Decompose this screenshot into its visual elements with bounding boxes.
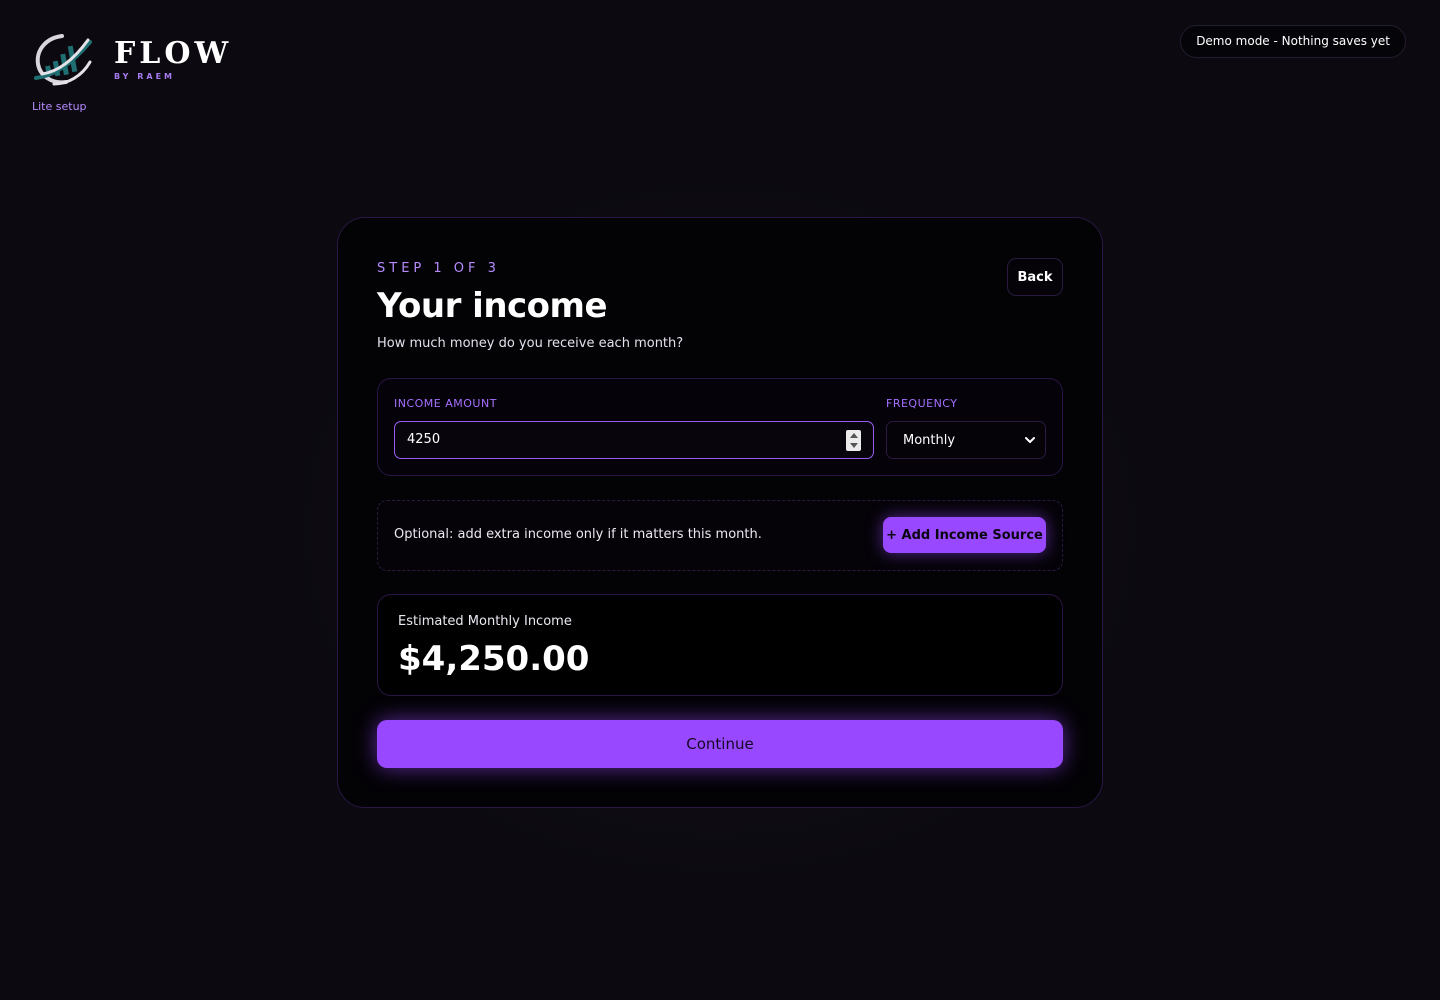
frequency-label: FREQUENCY (886, 397, 958, 410)
page-title: Your income (377, 286, 608, 326)
setup-page: FLOW BY RAEM Lite setup Demo mode - Noth… (0, 0, 1440, 1000)
flow-logo-icon (34, 34, 92, 86)
lite-setup-link[interactable]: Lite setup (32, 100, 232, 113)
income-amount-input[interactable]: 4250 (394, 421, 874, 459)
brand-row: FLOW BY RAEM (32, 30, 232, 88)
page-subtitle: How much money do you receive each month… (377, 336, 684, 351)
income-amount-label: INCOME AMOUNT (394, 397, 497, 410)
estimate-value: $4,250.00 (398, 639, 590, 679)
frequency-value: Monthly (903, 433, 956, 448)
estimate-panel: Estimated Monthly Income $4,250.00 (377, 594, 1063, 696)
optional-income-panel: Optional: add extra income only if it ma… (377, 500, 1063, 571)
income-step-card: STEP 1 OF 3 Back Your income How much mo… (337, 217, 1103, 808)
income-amount-value: 4250 (407, 432, 441, 447)
step-indicator: STEP 1 OF 3 (377, 261, 500, 276)
add-income-source-button[interactable]: + Add Income Source (883, 517, 1046, 553)
brand-subtitle: BY RAEM (114, 72, 176, 81)
income-panel: INCOME AMOUNT FREQUENCY 4250 Monthly (377, 378, 1063, 476)
number-stepper[interactable] (846, 430, 861, 451)
back-button[interactable]: Back (1007, 258, 1063, 296)
wordmark: FLOW BY RAEM (114, 39, 232, 81)
stepper-up-icon[interactable] (850, 433, 858, 438)
frequency-select[interactable]: Monthly (886, 421, 1046, 459)
estimate-label: Estimated Monthly Income (398, 614, 572, 629)
demo-mode-badge: Demo mode - Nothing saves yet (1180, 25, 1406, 58)
brand-title: FLOW (114, 36, 233, 71)
brand: FLOW BY RAEM Lite setup (32, 30, 232, 113)
continue-button[interactable]: Continue (377, 720, 1063, 768)
chevron-down-icon (1025, 437, 1035, 443)
stepper-down-icon[interactable] (850, 443, 858, 448)
optional-income-text: Optional: add extra income only if it ma… (394, 527, 762, 542)
